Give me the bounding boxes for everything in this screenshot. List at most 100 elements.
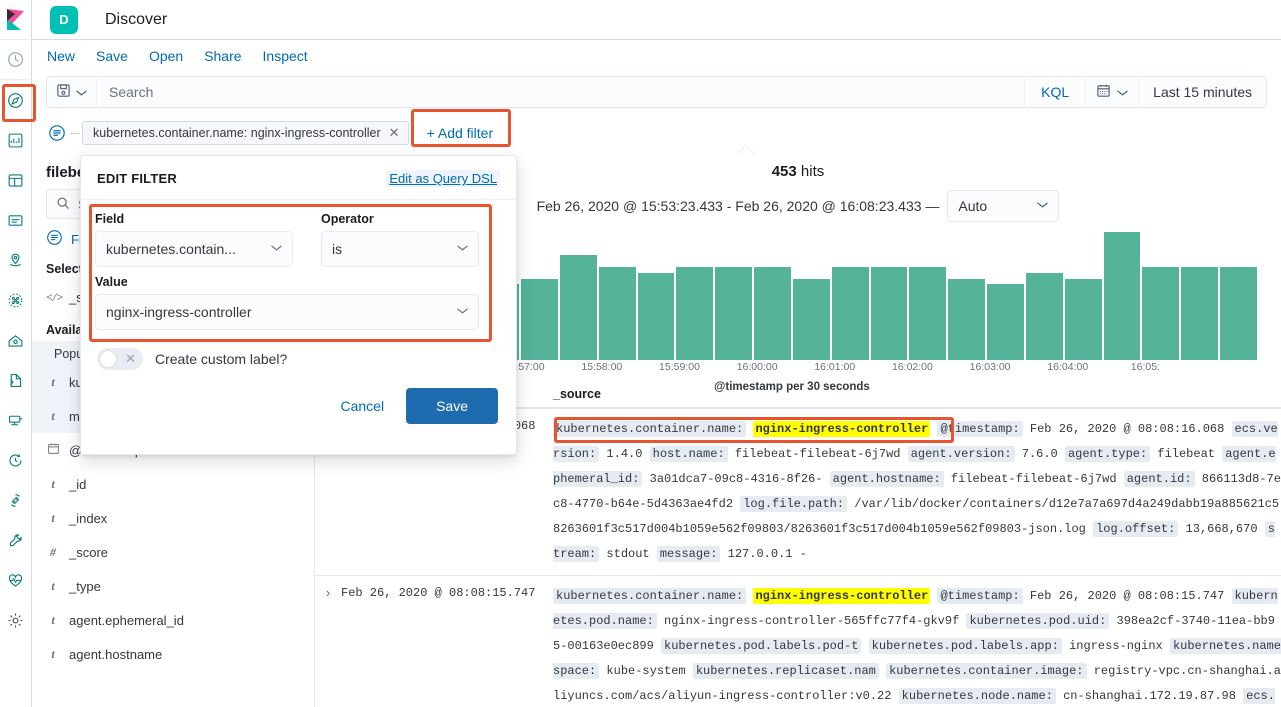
rail-item-maps[interactable] — [0, 240, 32, 280]
interval-select[interactable]: Auto — [947, 190, 1060, 222]
rail-item-machine-learning[interactable] — [0, 280, 32, 320]
field-type-icon: </> — [46, 289, 64, 304]
x-axis-tick: 16:05: — [1130, 361, 1160, 373]
histogram-bar[interactable] — [792, 278, 830, 360]
histogram-bar[interactable] — [948, 278, 986, 360]
add-filter-button[interactable]: + Add filter — [421, 121, 500, 145]
query-language-button[interactable]: KQL — [1024, 76, 1087, 108]
popover-body: Field kubernetes.contain... Operator is — [81, 200, 516, 342]
histogram-bar[interactable] — [637, 272, 675, 360]
filter-bar-divider — [70, 132, 80, 134]
cancel-button[interactable]: Cancel — [340, 398, 384, 414]
date-picker-quick-menu[interactable] — [1086, 76, 1140, 108]
rail-item-canvas[interactable] — [0, 200, 32, 240]
custom-label-text: Create custom label? — [155, 351, 288, 367]
source-field-value: cn-shanghai.172.19.87.98 — [1063, 689, 1236, 703]
filter-pill-label: kubernetes.container.name: nginx-ingress… — [93, 126, 381, 140]
nav-share[interactable]: Share — [204, 48, 241, 64]
histogram-bar[interactable] — [559, 255, 597, 360]
rail-item-discover[interactable] — [0, 80, 36, 122]
rail-item-apm[interactable] — [0, 400, 32, 440]
source-field-value: 13,668,670 — [1185, 522, 1258, 536]
histogram-bar[interactable] — [831, 266, 869, 360]
sidebar-field-index[interactable]: t _index — [32, 501, 314, 535]
histogram-bar[interactable] — [754, 266, 791, 360]
rail-item-dashboard[interactable] — [0, 160, 32, 200]
sidebar-field-agent-hostname[interactable]: t agent.hostname — [32, 637, 314, 671]
app-badge: D — [50, 5, 78, 34]
sidebar-field-id[interactable]: t _id — [32, 467, 314, 501]
nav-save[interactable]: Save — [96, 48, 128, 64]
histogram-bar[interactable] — [1220, 266, 1257, 360]
source-field-value: 127.0.0.1 - — [727, 547, 807, 561]
sidebar-field-type[interactable]: t _type — [32, 569, 314, 603]
field-combobox[interactable]: kubernetes.contain... — [95, 231, 293, 267]
nav-inspect[interactable]: Inspect — [263, 48, 308, 64]
table-row[interactable]: › Feb 26, 2020 @ 08:08:15.747 kubernetes… — [315, 576, 1281, 707]
histogram-bar[interactable] — [1181, 266, 1219, 360]
source-field-value: 1.4.0 — [606, 447, 643, 461]
rail-item-infrastructure[interactable] — [0, 320, 32, 360]
field-type-icon: t — [51, 374, 55, 389]
rail-item-logs[interactable] — [0, 360, 32, 400]
source-field-key: kubernetes.container.image: — [886, 663, 1087, 679]
source-field-value: Feb 26, 2020 @ 08:08:16.068 — [1029, 422, 1225, 436]
close-icon[interactable]: ✕ — [389, 125, 400, 141]
histogram-bar[interactable] — [1103, 232, 1141, 360]
date-range-display[interactable]: Last 15 minutes — [1139, 76, 1266, 108]
interval-value: Auto — [958, 198, 988, 214]
rail-item-management[interactable] — [0, 600, 32, 640]
edit-as-query-dsl-link[interactable]: Edit as Query DSL — [386, 170, 500, 187]
saved-query-button[interactable] — [47, 76, 97, 108]
rail-item-recently-viewed[interactable] — [0, 40, 32, 80]
field-label: _index — [69, 510, 108, 526]
nav-open[interactable]: Open — [149, 48, 183, 64]
source-field-key: @timestamp: — [937, 588, 1023, 604]
field-type-icon: t — [51, 612, 55, 627]
histogram-bar[interactable] — [870, 266, 908, 360]
source-field-key: @timestamp: — [937, 421, 1023, 437]
value-combobox[interactable]: nginx-ingress-controller — [95, 294, 479, 330]
filter-pill-kubernetes-container-name[interactable]: kubernetes.container.name: nginx-ingress… — [82, 121, 409, 145]
rail-item-siem[interactable] — [0, 480, 32, 520]
sidebar-field-agent-ephemeral-id[interactable]: t agent.ephemeral_id — [32, 603, 314, 637]
close-icon: ✕ — [125, 351, 136, 366]
rail-item-dev-tools[interactable] — [0, 520, 32, 560]
histogram-bar[interactable] — [715, 266, 753, 360]
expand-row-icon[interactable]: › — [315, 584, 341, 707]
rail-item-monitoring[interactable] — [0, 560, 32, 600]
operator-label: Operator — [321, 212, 374, 226]
operator-combobox[interactable]: is — [321, 231, 479, 267]
create-custom-label-toggle[interactable]: ✕ — [97, 348, 143, 370]
nav-new[interactable]: New — [47, 48, 75, 64]
edit-filter-popover: EDIT FILTER Edit as Query DSL Field kube… — [80, 147, 756, 455]
source-field-value: nginx-ingress-controller-565ffc77f4-gkv9… — [664, 614, 960, 628]
field-type-icon: t — [51, 476, 55, 491]
histogram-bar[interactable] — [1025, 272, 1063, 360]
row-source: kubernetes.container.name: nginx-ingress… — [553, 584, 1281, 707]
search-input[interactable] — [97, 84, 1025, 100]
source-field-key: agent.id: — [1123, 471, 1195, 487]
popover-footer: Cancel Save — [81, 370, 516, 424]
histogram-bar[interactable] — [521, 278, 558, 360]
popover-title: EDIT FILTER — [97, 171, 177, 186]
popover-arrow — [736, 147, 756, 157]
rail-item-uptime[interactable] — [0, 440, 32, 480]
hits-count: 453 — [771, 163, 797, 180]
filter-icon — [46, 229, 63, 249]
x-axis-tick: 16:01:00 — [814, 361, 856, 373]
kibana-logo[interactable] — [0, 0, 32, 40]
save-button[interactable]: Save — [406, 388, 498, 424]
histogram-bar[interactable] — [1064, 278, 1102, 360]
histogram-bar[interactable] — [676, 266, 714, 360]
filter-options-icon[interactable] — [46, 122, 68, 144]
histogram-bar[interactable] — [987, 284, 1024, 360]
sidebar-field-score[interactable]: # _score — [32, 535, 314, 569]
source-field-key: kubernetes.pod.labels.pod-t — [661, 638, 862, 654]
popover-header: EDIT FILTER Edit as Query DSL — [81, 156, 516, 200]
source-field-value: Feb 26, 2020 @ 08:08:15.747 — [1029, 589, 1225, 603]
rail-item-visualize[interactable] — [0, 120, 32, 160]
histogram-bar[interactable] — [909, 266, 947, 360]
histogram-bar[interactable] — [598, 266, 636, 360]
histogram-bar[interactable] — [1142, 266, 1180, 360]
